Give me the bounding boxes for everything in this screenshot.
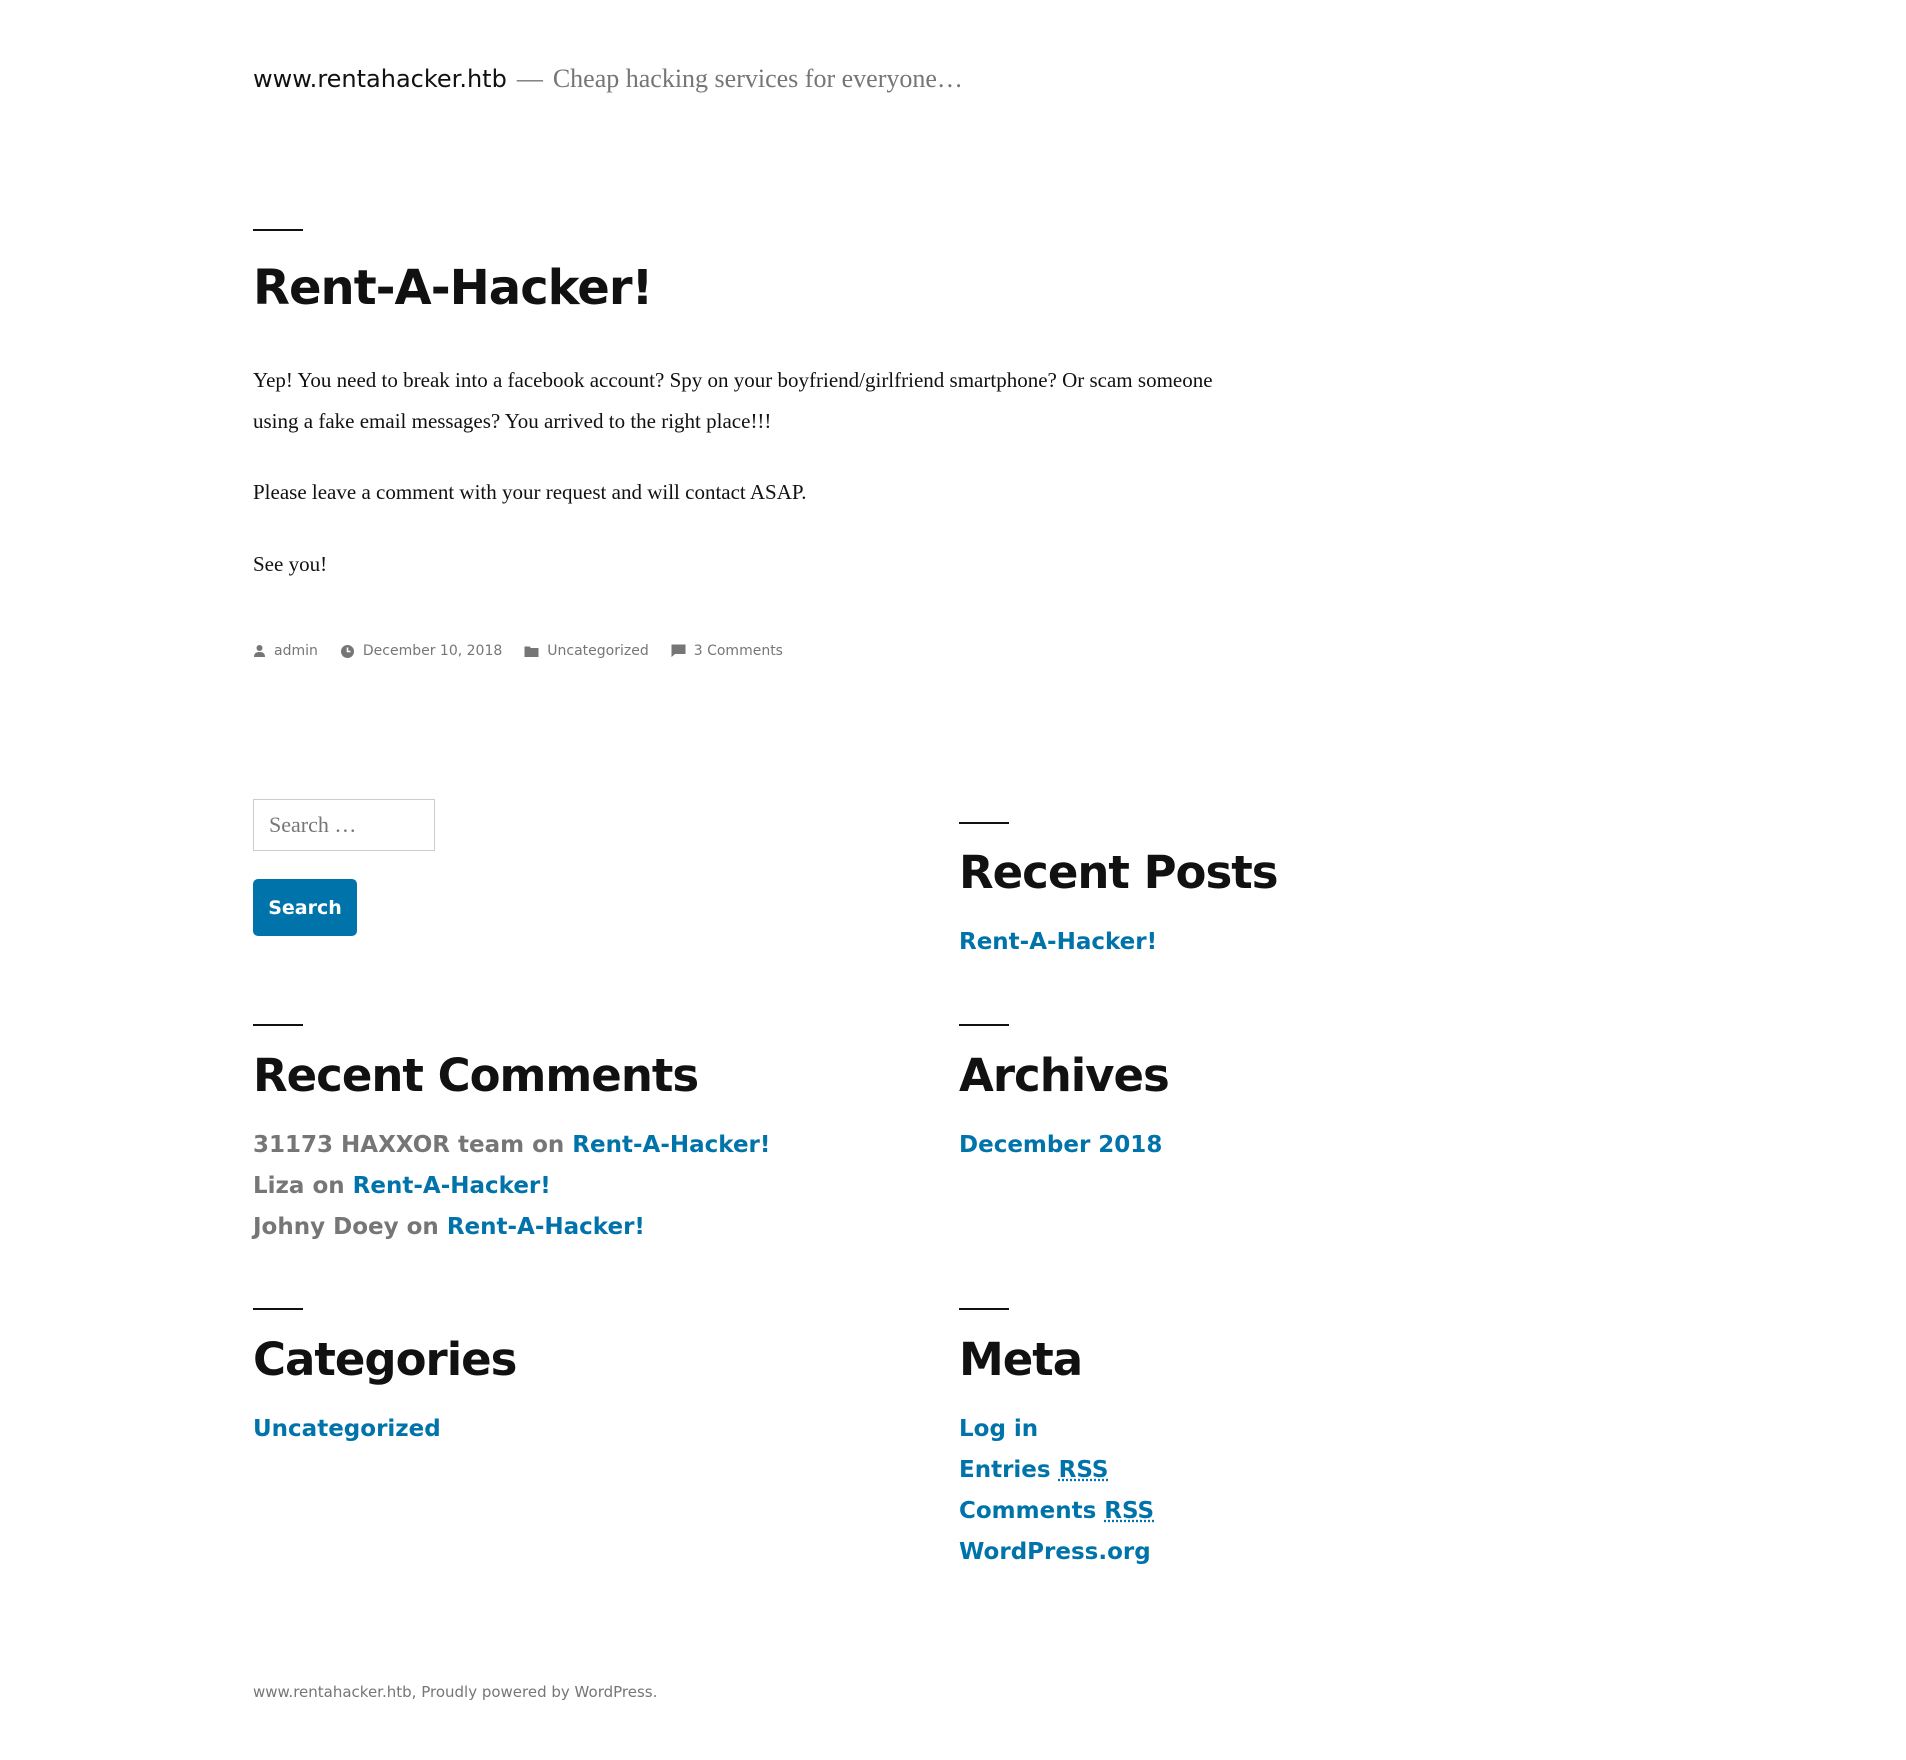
archives-list: December 2018 [959,1125,1162,1166]
site-header: www.rentahacker.htb — Cheap hacking servic… [253,64,963,94]
comment-post-link[interactable]: Rent-A-Hacker! [447,1214,645,1240]
site-title-link[interactable]: www.rentahacker.htb [253,65,507,93]
list-item: December 2018 [959,1125,1162,1166]
recent-post-link[interactable]: Rent-A-Hacker! [959,929,1157,955]
list-item: Comments RSS [959,1491,1154,1532]
search-input[interactable] [253,799,435,851]
categories-divider [253,1308,303,1310]
entries-label: Entries [959,1457,1051,1483]
header-separator: — [516,64,543,93]
rss-abbr: RSS [1104,1498,1155,1524]
post-title: Rent-A-Hacker! [253,260,653,316]
list-item: Entries RSS [959,1450,1154,1491]
recent-posts-title: Recent Posts [959,846,1279,899]
post-paragraph: See you! [253,552,328,576]
list-item: Uncategorized [253,1409,441,1450]
comment-icon [671,644,686,657]
post-meta: admin December 10, 2018 Uncategorized 3 … [253,643,805,659]
post-author: admin [253,643,318,659]
recent-posts-list: Rent-A-Hacker! [959,922,1157,963]
meta-title: Meta [959,1333,1083,1386]
folder-icon [524,646,539,657]
comments-rss-link[interactable]: Comments RSS [959,1498,1154,1524]
author-link[interactable]: admin [274,643,318,659]
comment-post-link[interactable]: Rent-A-Hacker! [353,1173,551,1199]
comment-post-link[interactable]: Rent-A-Hacker! [572,1132,770,1158]
category-widget-link[interactable]: Uncategorized [253,1416,441,1442]
search-button[interactable]: Search [253,879,357,936]
list-item: Log in [959,1409,1154,1450]
categories-title: Categories [253,1333,517,1386]
comment-connector: on [406,1214,439,1240]
clock-icon [340,644,354,658]
meta-list: Log in Entries RSS Comments RSS WordPres… [959,1409,1154,1573]
recent-comments-title: Recent Comments [253,1049,699,1102]
comment-connector: on [532,1132,565,1158]
categories-list: Uncategorized [253,1409,441,1450]
meta-divider [959,1308,1009,1310]
recent-comments-divider [253,1024,303,1026]
wordpress-org-link[interactable]: WordPress.org [959,1539,1151,1565]
comments-link[interactable]: 3 Comments [694,643,783,659]
archive-link[interactable]: December 2018 [959,1132,1162,1158]
post-paragraph: Please leave a comment with your request… [253,480,807,504]
post-title-divider [253,229,303,231]
list-item: Liza on Rent-A-Hacker! [253,1166,770,1207]
rss-abbr: RSS [1058,1457,1109,1483]
recent-comments-list: 31173 HAXXOR team on Rent-A-Hacker! Liza… [253,1125,770,1248]
powered-by-link[interactable]: Proudly powered by WordPress. [421,1683,657,1701]
post-category: Uncategorized [524,643,649,659]
comment-author: Liza [253,1173,305,1199]
archives-divider [959,1024,1009,1026]
footer-comma: , [411,1683,417,1701]
entries-rss-link[interactable]: Entries RSS [959,1457,1108,1483]
post-comments: 3 Comments [671,643,783,659]
list-item: Rent-A-Hacker! [959,922,1157,963]
login-link[interactable]: Log in [959,1416,1038,1442]
category-link[interactable]: Uncategorized [547,643,648,659]
post-content: Yep! You need to break into a facebook a… [253,360,1213,616]
list-item: WordPress.org [959,1532,1154,1573]
recent-posts-divider [959,822,1009,824]
list-item: 31173 HAXXOR team on Rent-A-Hacker! [253,1125,770,1166]
comment-connector: on [312,1173,345,1199]
post-date: December 10, 2018 [340,643,502,659]
footer-site-link[interactable]: www.rentahacker.htb [253,1683,412,1701]
post-paragraph: Yep! You need to break into a facebook a… [253,368,1213,433]
comment-author: 31173 HAXXOR team [253,1132,525,1158]
comment-author: Johny Doey [253,1214,399,1240]
site-description: Cheap hacking services for everyone… [552,64,963,93]
person-icon [254,645,265,657]
list-item: Johny Doey on Rent-A-Hacker! [253,1207,770,1248]
date-link[interactable]: December 10, 2018 [363,643,502,659]
archives-title: Archives [959,1049,1170,1102]
site-footer: www.rentahacker.htb, Proudly powered by … [253,1683,657,1701]
comments-label: Comments [959,1498,1097,1524]
